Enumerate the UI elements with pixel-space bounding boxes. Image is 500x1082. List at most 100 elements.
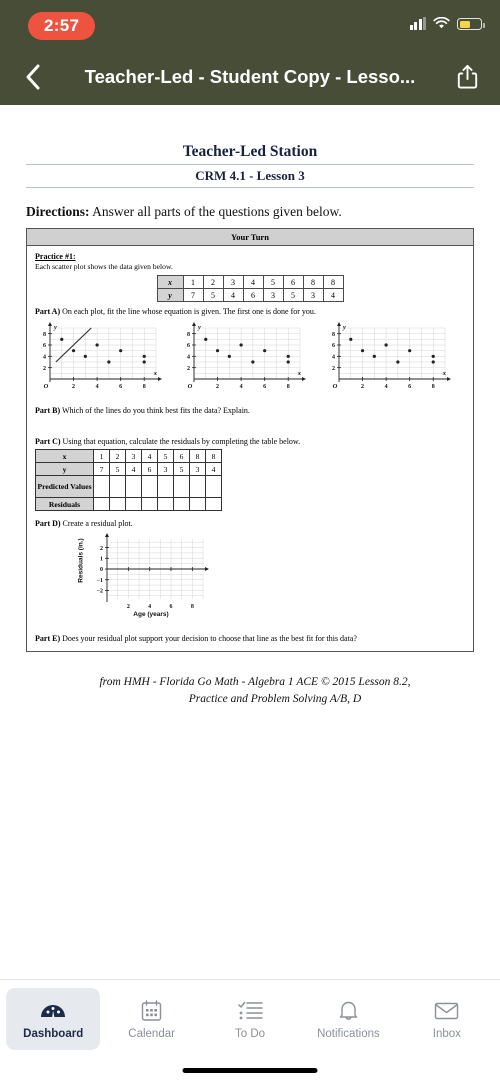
part-c: Part C) Using that equation, calculate t…: [35, 437, 465, 446]
svg-text:8: 8: [287, 384, 290, 390]
svg-text:2: 2: [100, 546, 103, 552]
scatter-plot-3[interactable]: 2 4 6 8 2 4 6 8 Oy x: [326, 320, 465, 397]
pc-res-5[interactable]: [173, 497, 190, 511]
worksheet-header: Your Turn: [27, 229, 473, 246]
chart-svg: 2 4 6 8 2 4 6 8 Oy x: [43, 322, 162, 390]
svg-text:8: 8: [332, 332, 335, 338]
pc-res-1[interactable]: [109, 497, 126, 511]
tab-dashboard[interactable]: Dashboard: [6, 988, 101, 1050]
pc-pred-5[interactable]: [173, 475, 190, 498]
pc-x-3: 4: [141, 449, 158, 463]
cell-x-4: 5: [262, 275, 284, 289]
tab-label-calendar: Calendar: [128, 1027, 175, 1040]
xy-data-table: x 1 2 3 4 5 6 8 8 y 7 5 4 6 3 5 3 4: [156, 275, 344, 302]
part-a-label: Part A): [35, 307, 61, 316]
part-a-text: On each plot, fit the line whose equatio…: [62, 307, 316, 316]
svg-text:4: 4: [43, 355, 46, 361]
pc-pred-4[interactable]: [157, 475, 174, 498]
svg-text:O: O: [188, 383, 193, 390]
pc-res-7[interactable]: [205, 497, 222, 511]
status-indicators: [409, 17, 485, 30]
scatter-plot-row: 2 4 6 8 2 4 6 8 Oy x 2 4 6 8 2 4 6 8 Oy x 2 4 6 8 2 4 6 8 Oy x: [37, 320, 465, 397]
pc-y-2: 4: [125, 462, 142, 476]
status-bar: 2:57: [0, 0, 500, 48]
tab-todo[interactable]: To Do: [203, 988, 297, 1050]
cell-y-6: 3: [302, 288, 324, 302]
chevron-left-icon: [26, 64, 40, 89]
part-e: Part E) Does your residual plot support …: [35, 634, 465, 643]
part-e-label: Part E): [35, 634, 61, 643]
svg-text:0: 0: [100, 567, 103, 573]
svg-text:6: 6: [170, 604, 173, 610]
table-row-y: y 7 5 4 6 3 5 3 4: [156, 288, 344, 302]
worksheet-box: Your Turn Practice #1: Each scatter plot…: [26, 228, 474, 652]
back-button[interactable]: [16, 60, 50, 94]
share-button[interactable]: [450, 60, 484, 94]
svg-text:8: 8: [143, 384, 146, 390]
pc-res-4[interactable]: [157, 497, 174, 511]
residual-row-label-residuals: Residuals: [35, 497, 94, 511]
cell-x-2: 3: [222, 275, 244, 289]
wifi-icon: [433, 17, 450, 29]
pc-pred-0[interactable]: [93, 475, 110, 498]
pc-pred-6[interactable]: [189, 475, 206, 498]
residual-table-wrapper: x 1 2 3 4 5 6 8 8 y 7 5 4 6 3 5 3 4 Pred…: [35, 449, 465, 511]
svg-text:8: 8: [187, 332, 190, 338]
pc-res-2[interactable]: [125, 497, 142, 511]
pc-res-6[interactable]: [189, 497, 206, 511]
pc-pred-3[interactable]: [141, 475, 158, 498]
practice-description: Each scatter plot shows the data given b…: [35, 262, 173, 271]
svg-text:−1: −1: [97, 578, 103, 584]
pc-y-1: 5: [109, 462, 126, 476]
svg-text:6: 6: [263, 384, 266, 390]
tab-label-todo: To Do: [234, 1027, 266, 1040]
table-row: x 1 2 3 4 5 6 8 8: [35, 449, 222, 463]
share-icon: [457, 64, 477, 89]
part-b-label: Part B): [35, 406, 61, 415]
svg-text:y: y: [342, 324, 346, 331]
pc-res-0[interactable]: [93, 497, 110, 511]
cell-y-5: 5: [282, 288, 304, 302]
pc-pred-7[interactable]: [205, 475, 222, 498]
pc-pred-2[interactable]: [125, 475, 142, 498]
worksheet-body: Practice #1: Each scatter plot shows the…: [27, 246, 473, 651]
pc-res-3[interactable]: [141, 497, 158, 511]
data-table-wrapper: x 1 2 3 4 5 6 8 8 y 7 5 4 6 3 5 3 4: [35, 275, 465, 302]
scatter-plot-2[interactable]: 2 4 6 8 2 4 6 8 Oy x: [181, 320, 320, 397]
pc-x-4: 5: [157, 449, 174, 463]
pc-y-4: 3: [157, 462, 174, 476]
cell-x-5: 6: [282, 275, 304, 289]
residual-plot-wrapper: 2 4 6 8 −2 −1 0 1 2 Residuals (in.) Age (years): [35, 531, 465, 627]
pc-y-5: 5: [173, 462, 190, 476]
svg-text:2: 2: [332, 366, 335, 372]
tab-notifications[interactable]: Notifications: [301, 988, 395, 1050]
svg-text:2: 2: [361, 384, 364, 390]
part-a: Part A) On each plot, fit the line whose…: [35, 307, 465, 316]
tab-calendar[interactable]: Calendar: [104, 988, 198, 1050]
cell-x-0: 1: [182, 275, 204, 289]
residual-row-label-y: y: [35, 462, 94, 476]
attribution-line-1: from HMH - Florida Go Math - Algebra 1 A…: [99, 676, 411, 688]
pc-x-5: 6: [173, 449, 190, 463]
pc-y-3: 6: [141, 462, 158, 476]
svg-text:6: 6: [332, 343, 335, 349]
part-b-answer-space[interactable]: [35, 415, 465, 437]
tab-inbox[interactable]: Inbox: [400, 988, 494, 1050]
tab-label-notifications: Notifications: [317, 1027, 380, 1040]
scatter-plot-1[interactable]: 2 4 6 8 2 4 6 8 Oy x: [37, 320, 176, 397]
svg-text:2: 2: [216, 384, 219, 390]
part-b-text: Which of the lines do you think best fit…: [61, 406, 250, 415]
document-viewer[interactable]: Teacher-Led Station CRM 4.1 - Lesson 3 D…: [0, 105, 500, 979]
chart-svg: 2 4 6 8 2 4 6 8 Oy x: [332, 322, 451, 390]
cellular-signal-icon: [409, 17, 426, 30]
svg-text:x: x: [441, 370, 446, 377]
pc-x-6: 8: [189, 449, 206, 463]
residual-plot[interactable]: 2 4 6 8 −2 −1 0 1 2 Residuals (in.) Age (years): [69, 531, 219, 627]
pc-pred-1[interactable]: [109, 475, 126, 498]
svg-text:4: 4: [148, 604, 151, 610]
cell-y-0: 7: [182, 288, 204, 302]
part-c-text: Using that equation, calculate the resid…: [62, 437, 301, 446]
cell-x-1: 2: [202, 275, 224, 289]
status-time: 2:57: [28, 12, 96, 40]
part-e-text: Does your residual plot support your dec…: [62, 634, 357, 643]
